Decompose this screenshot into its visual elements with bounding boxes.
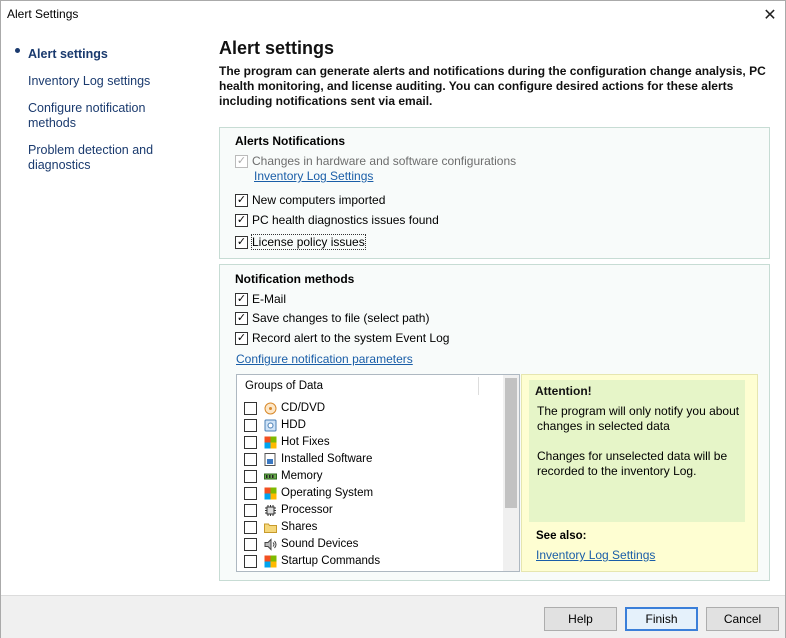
email-label: E-Mail: [252, 292, 287, 306]
license-policy-checkbox[interactable]: ✓: [235, 235, 248, 249]
notification-methods-panel: Notification methods ✓ E-Mail ✓ Save cha…: [219, 264, 770, 581]
groups-scrollbar[interactable]: [503, 375, 519, 571]
group-checkbox[interactable]: [244, 418, 257, 432]
cd-dvd-icon: [264, 402, 277, 415]
group-label: Memory: [281, 470, 323, 482]
header-separator: [478, 377, 479, 395]
group-row-hdd[interactable]: HDD: [244, 417, 306, 433]
see-also-inventory-log-link[interactable]: Inventory Log Settings: [536, 548, 655, 562]
group-row-hot-fixes[interactable]: Hot Fixes: [244, 434, 330, 450]
dialog-footer: Help Finish Cancel: [1, 595, 785, 638]
group-row-memory[interactable]: Memory: [244, 468, 323, 484]
changes-hw-sw-label: Changes in hardware and software configu…: [252, 154, 517, 168]
group-label: Hot Fixes: [281, 436, 330, 448]
save-to-file-checkbox-row[interactable]: ✓ Save changes to file (select path): [235, 310, 429, 326]
group-checkbox[interactable]: [244, 469, 257, 483]
shares-icon: [264, 521, 277, 534]
installed-software-icon: [264, 452, 277, 466]
window-title: Alert Settings: [7, 7, 79, 21]
group-checkbox[interactable]: [244, 435, 257, 449]
group-checkbox[interactable]: [244, 520, 257, 534]
alerts-notifications-title: Alerts Notifications: [235, 134, 346, 148]
groups-of-data-list[interactable]: Groups of Data CD/DVD HDD Hot Fixes Inst…: [236, 374, 520, 572]
hdd-icon: [264, 419, 277, 432]
active-bullet-icon: [15, 48, 20, 53]
group-label: Shares: [281, 521, 318, 533]
email-checkbox[interactable]: ✓: [235, 292, 248, 306]
group-checkbox[interactable]: [244, 401, 257, 415]
new-computers-checkbox-row[interactable]: ✓ New computers imported: [235, 192, 385, 208]
group-label: CD/DVD: [281, 402, 326, 414]
title-bar: Alert Settings ✕: [1, 1, 785, 29]
operating-system-icon: [264, 487, 277, 500]
pc-health-checkbox[interactable]: ✓: [235, 213, 248, 227]
pc-health-checkbox-row[interactable]: ✓ PC health diagnostics issues found: [235, 212, 439, 228]
group-row-startup-commands[interactable]: Startup Commands: [244, 553, 380, 569]
groups-header: Groups of Data: [237, 375, 505, 397]
group-label: Operating System: [281, 487, 374, 499]
group-checkbox[interactable]: [244, 554, 257, 568]
event-log-checkbox-row[interactable]: ✓ Record alert to the system Event Log: [235, 330, 449, 346]
alert-settings-window: Alert Settings ✕ Alert settings Inventor…: [0, 0, 786, 638]
group-label: Sound Devices: [281, 538, 359, 550]
changes-hw-sw-checkbox-row[interactable]: ✓ Changes in hardware and software confi…: [235, 153, 516, 169]
group-checkbox[interactable]: [244, 452, 257, 466]
page-description: The program can generate alerts and noti…: [219, 64, 766, 108]
sidebar-item-inventory-log-settings[interactable]: Inventory Log settings: [28, 74, 193, 89]
group-row-sound-devices[interactable]: Sound Devices: [244, 536, 358, 552]
group-row-shares[interactable]: Shares: [244, 519, 317, 535]
group-label: Processor: [281, 504, 333, 516]
sidebar-item-problem-detection[interactable]: Problem detection and diagnostics: [28, 143, 158, 173]
group-checkbox[interactable]: [244, 486, 257, 500]
attention-panel: Attention! The program will only notify …: [521, 374, 758, 572]
group-label: Installed Software: [281, 453, 373, 465]
memory-icon: [264, 470, 277, 483]
configure-notification-parameters-link[interactable]: Configure notification parameters: [236, 352, 413, 366]
changes-hw-sw-checkbox[interactable]: ✓: [235, 154, 248, 168]
attention-title: Attention!: [535, 384, 592, 398]
notification-methods-title: Notification methods: [235, 272, 355, 286]
email-checkbox-row[interactable]: ✓ E-Mail: [235, 291, 286, 307]
new-computers-label: New computers imported: [252, 193, 386, 207]
attention-notice: Attention! The program will only notify …: [529, 380, 745, 522]
save-to-file-checkbox[interactable]: ✓: [235, 311, 248, 325]
inventory-log-settings-link[interactable]: Inventory Log Settings: [254, 169, 373, 183]
group-label: HDD: [281, 419, 306, 431]
event-log-checkbox[interactable]: ✓: [235, 331, 248, 345]
license-policy-label: License policy issues: [251, 234, 366, 250]
attention-text-unselected: Changes for unselected data will be reco…: [537, 449, 728, 478]
alerts-notifications-panel: Alerts Notifications ✓ Changes in hardwa…: [219, 127, 770, 259]
scroll-thumb[interactable]: [505, 378, 517, 508]
group-row-operating-system[interactable]: Operating System: [244, 485, 373, 501]
sidebar-item-alert-settings[interactable]: Alert settings: [28, 47, 193, 62]
pc-health-label: PC health diagnostics issues found: [252, 213, 439, 227]
new-computers-checkbox[interactable]: ✓: [235, 193, 248, 207]
close-icon[interactable]: ✕: [755, 1, 785, 29]
groups-header-label: Groups of Data: [245, 380, 323, 392]
cancel-button[interactable]: Cancel: [706, 607, 779, 631]
group-row-cd-dvd[interactable]: CD/DVD: [244, 400, 325, 416]
help-button[interactable]: Help: [544, 607, 617, 631]
startup-commands-icon: [264, 555, 277, 568]
group-row-installed-software[interactable]: Installed Software: [244, 451, 372, 467]
finish-button[interactable]: Finish: [625, 607, 698, 631]
sidebar-item-configure-notification-methods[interactable]: Configure notification methods: [28, 101, 158, 131]
event-log-label: Record alert to the system Event Log: [252, 331, 450, 345]
attention-text-notify: The program will only notify you about c…: [537, 404, 740, 433]
group-label: Startup Commands: [281, 555, 381, 567]
group-row-processor[interactable]: Processor: [244, 502, 333, 518]
page-title: Alert settings: [219, 38, 335, 58]
sound-devices-icon: [264, 537, 277, 551]
processor-icon: [264, 504, 277, 517]
see-also-label: See also:: [536, 530, 587, 542]
group-checkbox[interactable]: [244, 503, 257, 517]
group-checkbox[interactable]: [244, 537, 257, 551]
license-policy-checkbox-row[interactable]: ✓ License policy issues: [235, 234, 366, 250]
hot-fixes-icon: [264, 436, 277, 449]
save-to-file-label: Save changes to file (select path): [252, 311, 430, 325]
